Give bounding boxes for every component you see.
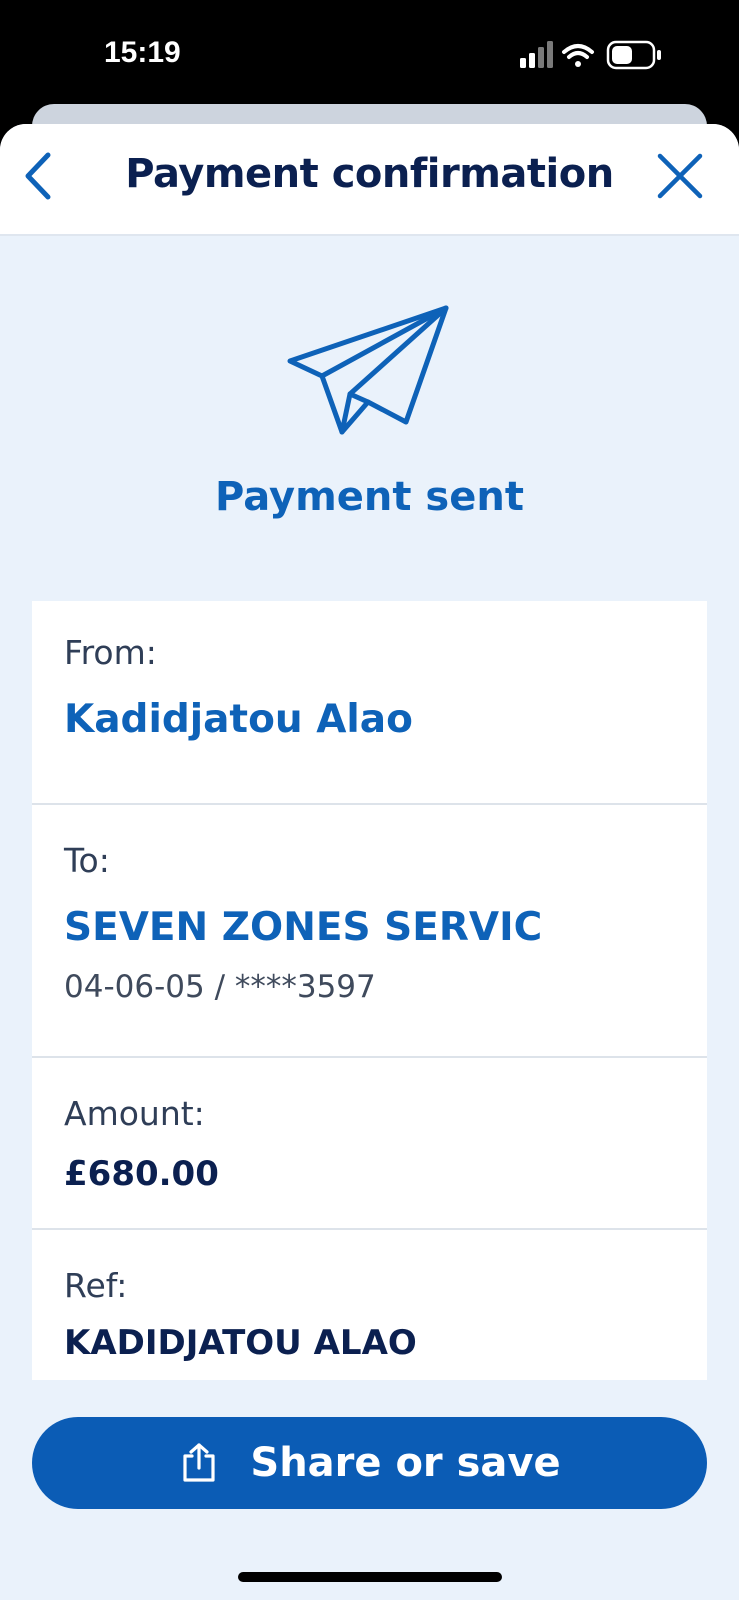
navigation-bar: Payment confirmation — [0, 124, 739, 236]
share-or-save-button[interactable]: Share or save — [32, 1417, 707, 1509]
amount-label: Amount: — [64, 1094, 205, 1133]
status-time: 15:19 — [104, 36, 181, 69]
payment-status-title: Payment sent — [215, 474, 524, 520]
status-bar: 15:19 — [0, 0, 739, 110]
wifi-icon — [562, 44, 594, 67]
paper-plane-icon — [287, 305, 449, 435]
ref-value: KADIDJATOU ALAO — [64, 1323, 417, 1363]
from-card: From: Kadidjatou Alao — [32, 601, 707, 803]
payee-name: SEVEN ZONES SERVIC — [64, 905, 543, 950]
close-icon — [657, 153, 703, 199]
payee-account: 04-06-05 / ****3597 — [64, 969, 376, 1005]
share-icon — [183, 1443, 215, 1482]
to-card: To: SEVEN ZONES SERVIC 04-06-05 / ****35… — [32, 805, 707, 1056]
signal-icon — [520, 41, 553, 68]
battery-icon — [606, 40, 661, 70]
ref-card: Ref: KADIDJATOU ALAO — [32, 1230, 707, 1380]
to-label: To: — [64, 841, 110, 880]
home-indicator[interactable] — [238, 1572, 502, 1582]
amount-card: Amount: £680.00 — [32, 1058, 707, 1228]
page-title: Payment confirmation — [125, 151, 614, 197]
from-name: Kadidjatou Alao — [64, 697, 413, 742]
close-button[interactable] — [650, 146, 710, 206]
ref-label: Ref: — [64, 1266, 128, 1305]
amount-value: £680.00 — [64, 1154, 219, 1194]
payment-confirmation-sheet: Payment confirmation Payment sent From: … — [0, 124, 739, 1600]
from-label: From: — [64, 633, 157, 672]
status-icons — [520, 40, 661, 70]
share-or-save-label: Share or save — [250, 1440, 561, 1486]
